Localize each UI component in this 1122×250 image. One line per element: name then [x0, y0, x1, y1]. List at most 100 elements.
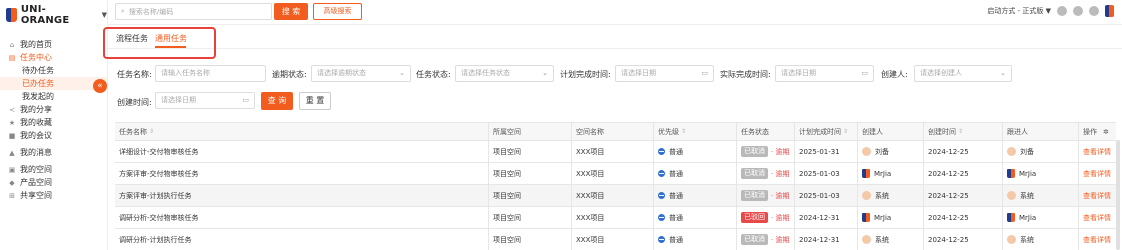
overdue-tag: · 逾期 [771, 191, 790, 200]
cell-follower: MrJia [1002, 163, 1078, 184]
sidebar-item-share[interactable]: ≺ 我的分享 [0, 103, 107, 116]
overdue-tag: · 逾期 [771, 169, 790, 178]
header-label: 创建人 [862, 127, 883, 136]
created-time-placeholder: 请选择日期 [161, 96, 196, 104]
cell-task-name: 调研分析-交付物审核任务 [119, 213, 199, 222]
annotation-highlight [103, 27, 216, 59]
sidebar-item-my-space[interactable]: ▣ 我的空间 [0, 163, 107, 176]
avatar [862, 147, 871, 156]
plan-time-picker[interactable]: 请选择日期 ▭ [615, 65, 714, 82]
help-icon[interactable] [1073, 6, 1083, 16]
creator-select[interactable]: 请选择创建人 ⌄ [914, 65, 1012, 82]
sidebar-item-task-center[interactable]: ▤ 任务中心 [0, 51, 107, 64]
avatar [862, 191, 871, 200]
sidebar-item-messages[interactable]: ▲ 我的消息 [0, 146, 107, 159]
cell-created-time: 2024-12-25 [923, 185, 1002, 206]
chevron-down-icon[interactable]: ▼ [102, 11, 107, 19]
task-status-select[interactable]: 请选择任务状态 ⌄ [455, 65, 554, 82]
task-name-placeholder: 请输入任务名称 [161, 69, 210, 77]
sidebar-subitem-done[interactable]: 已办任务 [0, 77, 107, 90]
header-priority[interactable]: 优先级 ⇕ [653, 123, 736, 140]
bell-icon: ▲ [9, 148, 15, 157]
header-label: 计划完成时间 [799, 127, 841, 136]
sidebar: UNI-ORANGE ▼ ⌂ 我的首页 ▤ 任务中心 待办任务 已办任务 我发起… [0, 0, 108, 250]
header-task-name[interactable]: 任务名称 ⇕ [115, 123, 488, 140]
settings-gear-icon[interactable]: ✲ [1103, 128, 1109, 136]
creator-placeholder: 请选择创建人 [920, 69, 962, 77]
table-row[interactable]: 方案评审-计划执行任务 项目空间 XXX项目 普通 已取消 · 逾期 2025-0… [115, 185, 1116, 207]
task-status-placeholder: 请选择任务状态 [461, 69, 510, 77]
download-icon[interactable] [1057, 6, 1067, 16]
view-details-link[interactable]: 查看详情 [1083, 169, 1111, 179]
sidebar-item-label: 我的消息 [20, 148, 52, 157]
creator-name: MrJia [874, 169, 892, 178]
cell-creator: MrJia [857, 163, 923, 184]
cell-follower: 刘备 [1002, 141, 1078, 162]
priority-icon [658, 170, 665, 177]
cell-action: 查看详情 [1078, 229, 1116, 250]
view-details-link[interactable]: 查看详情 [1083, 191, 1111, 201]
sidebar-item-label: 我的分享 [20, 105, 52, 114]
task-name-input[interactable]: 请输入任务名称 [155, 65, 266, 82]
sidebar-item-label: 我的首页 [20, 40, 52, 49]
avatar [862, 213, 870, 222]
table-scrollbar[interactable] [1116, 140, 1120, 250]
sidebar-item-label: 我的收藏 [20, 118, 52, 127]
collapse-sidebar-icon[interactable]: « [93, 79, 107, 93]
actual-time-picker[interactable]: 请选择日期 ▭ [775, 65, 874, 82]
view-details-link[interactable]: 查看详情 [1083, 235, 1111, 245]
status-badge: 已取消 [741, 234, 768, 245]
search-placeholder: 搜索名称/编码 [128, 7, 174, 16]
avatar [862, 235, 871, 244]
search-input[interactable]: ⌕ 搜索名称/编码 [115, 3, 272, 20]
calendar-icon: ▭ [861, 69, 868, 77]
priority-icon [658, 192, 665, 199]
header-label: 跟进人 [1007, 127, 1028, 136]
avatar [1007, 213, 1015, 222]
sidebar-item-meetings[interactable]: ■ 我的会议 [0, 129, 107, 142]
cell-plan-time: 2024-12-31 [794, 229, 857, 250]
cell-plan-time: 2025-01-31 [794, 141, 857, 162]
header-plan-time[interactable]: 计划完成时间 ⇕ [794, 123, 857, 140]
header-created-time[interactable]: 创建时间 ⇕ [923, 123, 1002, 140]
sort-icon: ⇕ [681, 128, 687, 135]
status-badge: 已取消 [741, 168, 768, 179]
task-table: 任务名称 ⇕ 所属空间 空间名称 优先级 ⇕ 任务状态 计划完成时间 ⇕ 创建人 创建… [115, 122, 1116, 250]
sidebar-subitem-todo[interactable]: 待办任务 [0, 64, 107, 77]
cell-creator: 刘备 [857, 141, 923, 162]
query-button[interactable]: 查 询 [261, 92, 293, 110]
brand-header[interactable]: UNI-ORANGE ▼ [0, 0, 107, 30]
cell-status: 已驳回 · 逾期 [736, 207, 794, 228]
sidebar-subitem-label: 待办任务 [22, 66, 54, 75]
advanced-search-button[interactable]: 高级搜索 [313, 3, 362, 20]
notification-bell-icon[interactable] [1089, 6, 1099, 16]
sidebar-subitem-initiated[interactable]: 我发起的 [0, 90, 107, 103]
cell-space-name: XXX项目 [571, 163, 653, 184]
chevron-down-icon: ⌄ [542, 69, 548, 77]
header-label: 任务状态 [741, 127, 769, 136]
overdue-status-select[interactable]: 请选择逾期状态 ⌄ [311, 65, 411, 82]
sidebar-item-shared-space[interactable]: ⊞ 共享空间 [0, 189, 107, 202]
table-row[interactable]: 方案评审-交付物审核任务 项目空间 XXX项目 普通 已取消 · 逾期 2025-… [115, 163, 1116, 185]
sidebar-item-favorites[interactable]: ★ 我的收藏 [0, 116, 107, 129]
cell-space: 项目空间 [488, 141, 571, 162]
launch-mode-select[interactable]: 启动方式 - 正式版 ▼ [987, 6, 1051, 16]
overdue-status-label: 逾期状态: [272, 70, 307, 79]
table-row[interactable]: 详细设计-交付物审核任务 项目空间 XXX项目 普通 已取消 · 逾期 2025-… [115, 141, 1116, 163]
cell-priority: 普通 [653, 141, 736, 162]
view-details-link[interactable]: 查看详情 [1083, 213, 1111, 223]
search-button[interactable]: 搜 索 [274, 3, 308, 20]
user-avatar[interactable] [1105, 5, 1114, 17]
table-row[interactable]: 调研分析-交付物审核任务 项目空间 XXX项目 普通 已驳回 · 逾期 2024-… [115, 207, 1116, 229]
status-badge: 已取消 [741, 146, 768, 157]
task-name-label: 任务名称: [117, 70, 152, 79]
priority-icon [658, 148, 665, 155]
reset-button[interactable]: 重 置 [299, 92, 331, 110]
view-details-link[interactable]: 查看详情 [1083, 147, 1111, 157]
task-status-label: 任务状态: [416, 70, 451, 79]
sidebar-item-product-space[interactable]: ◆ 产品空间 [0, 176, 107, 189]
sidebar-item-home[interactable]: ⌂ 我的首页 [0, 38, 107, 51]
created-time-picker[interactable]: 请选择日期 ▭ [155, 92, 255, 109]
follower-name: 系统 [1020, 235, 1034, 244]
table-row[interactable]: 调研分析-计划执行任务 项目空间 XXX项目 普通 已取消 · 逾期 2024-1… [115, 229, 1116, 250]
